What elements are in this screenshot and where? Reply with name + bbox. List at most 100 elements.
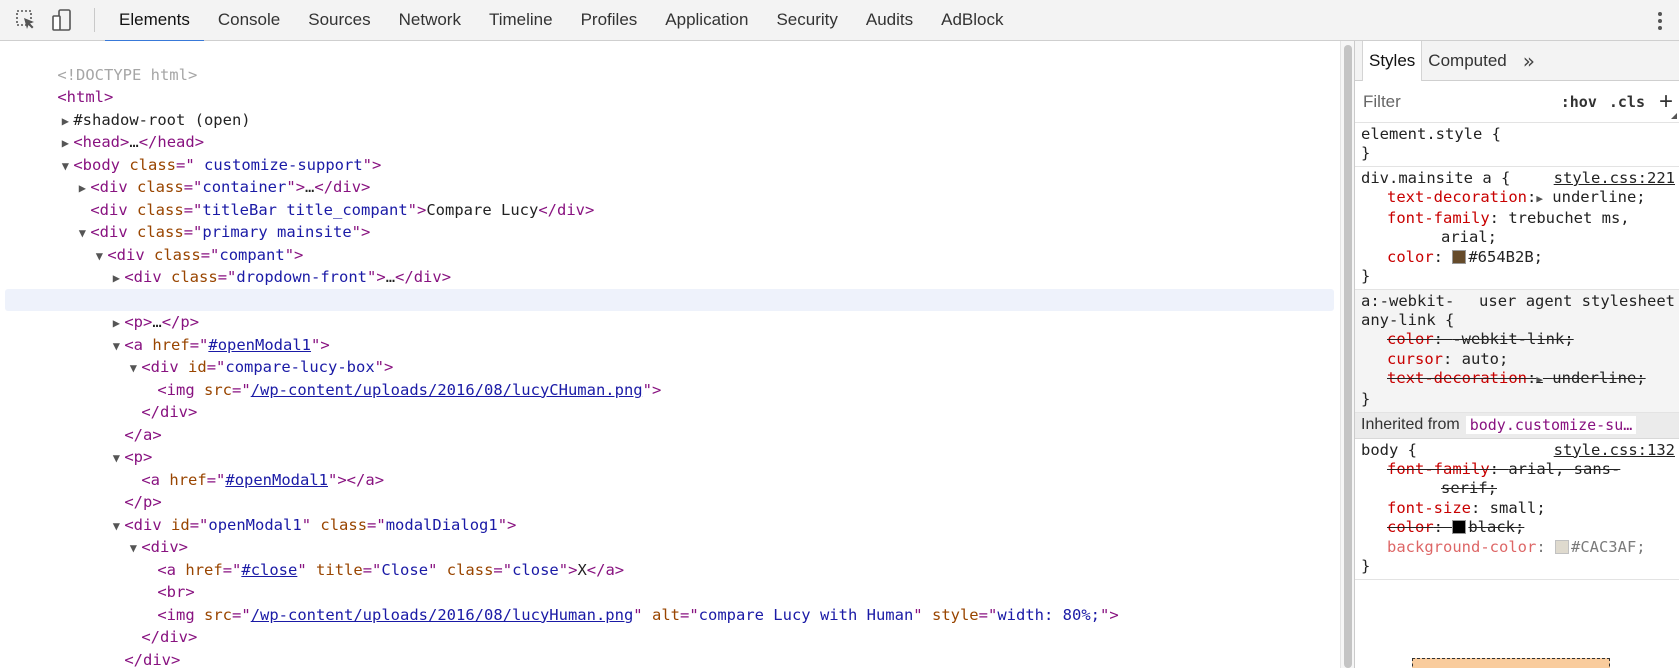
css-value: small;: [1489, 498, 1546, 517]
dom-node-open-modal-div[interactable]: ▼ <div id="openModal1" class="modalDialog…: [0, 491, 1338, 534]
css-declaration-overridden[interactable]: color: black;: [1361, 518, 1673, 538]
dom-node-p-selected[interactable]: ▶ <p>…</p>: [5, 288, 1334, 331]
rule-close-brace: }: [1361, 389, 1371, 408]
dom-node-compare-lucy-box[interactable]: ▼ <div id="compare-lucy-box">: [0, 334, 1338, 376]
new-rule-button[interactable]: +: [1659, 89, 1673, 114]
dom-node-dropdown-front[interactable]: ▶ <div class="dropdown-front">…</div>: [0, 244, 1338, 286]
css-declaration[interactable]: font-size: small;: [1361, 499, 1673, 519]
css-declaration-cont: arial;: [1361, 228, 1673, 248]
css-value: arial, sans-: [1508, 459, 1621, 478]
dom-node-close-a[interactable]: </a>: [0, 401, 1338, 444]
css-prop: font-family: [1387, 208, 1490, 227]
inherited-label: Inherited from: [1361, 416, 1460, 433]
css-declaration-overridden[interactable]: color: -webkit-link;: [1361, 330, 1673, 350]
dom-node-skeleton-img[interactable]: ▶<div class="skeleton-img">…</div>: [0, 266, 1338, 309]
dom-node-close-div-3[interactable]: </div>: [0, 626, 1338, 668]
rule-mainsite-a[interactable]: style.css:221 div.mainsite a { text-deco…: [1355, 167, 1679, 290]
device-toolbar-icon[interactable]: [44, 0, 80, 40]
dom-node-close-div-2[interactable]: </div>: [0, 604, 1338, 646]
inherited-from-header: Inherited from body.customize-su…: [1355, 412, 1679, 439]
dom-node-img-lucyhuman[interactable]: <img src="/wp-content/uploads/2016/08/lu…: [0, 581, 1338, 624]
css-value: trebuchet ms,: [1508, 208, 1630, 227]
more-options-icon[interactable]: [1655, 9, 1665, 33]
tab-profiles[interactable]: Profiles: [567, 0, 652, 41]
css-prop: text-decoration: [1387, 188, 1527, 206]
css-declaration[interactable]: cursor: auto;: [1361, 350, 1673, 370]
expand-triangle-icon[interactable]: ▶: [1536, 373, 1543, 386]
rule-close-brace: }: [1361, 267, 1371, 285]
css-value: -webkit-link;: [1452, 330, 1574, 348]
tab-elements[interactable]: Elements: [105, 0, 204, 42]
tab-sources[interactable]: Sources: [294, 0, 384, 41]
dom-node-a-open-modal-empty[interactable]: <a href="#openModal1"></a>: [0, 446, 1338, 489]
color-swatch[interactable]: [1452, 520, 1467, 534]
css-prop: font-family: [1387, 459, 1490, 478]
dom-node-container[interactable]: ▶ <div class="container">…</div>: [0, 154, 1338, 196]
css-value: #654B2B;: [1468, 247, 1543, 266]
dom-node-a-close[interactable]: <a href="#close" title="Close" class="cl…: [0, 536, 1338, 579]
rule-selector-cont: any-link {: [1361, 311, 1455, 329]
dom-node-br[interactable]: <br>: [0, 559, 1338, 601]
rule-webkit-any-link[interactable]: user agent stylesheet a:-webkit- any-lin…: [1355, 290, 1679, 413]
dom-node-doctype[interactable]: <!DOCTYPE html>: [0, 41, 1338, 84]
dom-node-close-div[interactable]: </div>: [0, 379, 1338, 421]
tab-network[interactable]: Network: [385, 0, 475, 41]
dom-tree[interactable]: <!DOCTYPE html> <html> ▶ #shadow-root (op…: [0, 41, 1338, 668]
css-declaration-inactive[interactable]: background-color: #CAC3AF;: [1361, 538, 1673, 558]
rule-source-label: user agent stylesheet: [1479, 292, 1675, 310]
dom-node-head[interactable]: ▶ <head>…</head>: [0, 109, 1338, 151]
more-tabs-icon[interactable]: »: [1523, 49, 1535, 73]
dom-node-p-2[interactable]: ▼<p>: [0, 649, 1338, 668]
rule-close-brace: }: [1361, 144, 1371, 162]
inspect-element-icon[interactable]: [8, 0, 44, 40]
styles-subtabs: Styles Computed »: [1355, 41, 1679, 81]
dom-node-close-p[interactable]: </p>: [0, 469, 1338, 511]
expand-triangle-icon[interactable]: ▶: [1536, 192, 1543, 205]
styles-pane: Styles Computed » :hov .cls + element.st…: [1355, 41, 1679, 668]
css-value: serif;: [1441, 479, 1497, 497]
tab-computed[interactable]: Computed: [1422, 41, 1512, 81]
css-value: black;: [1468, 518, 1525, 536]
rule-source-link[interactable]: style.css:132: [1554, 441, 1675, 459]
dom-node-titlebar[interactable]: <div class="titleBar title_compant">Comp…: [0, 176, 1338, 219]
tab-console[interactable]: Console: [204, 0, 294, 41]
styles-filter-row: :hov .cls +: [1355, 81, 1679, 123]
dom-node-html[interactable]: <html>: [0, 64, 1338, 106]
hover-state-toggle[interactable]: :hov: [1561, 93, 1597, 111]
tab-timeline[interactable]: Timeline: [475, 0, 567, 41]
dom-node-img-lucychuman[interactable]: <img src="/wp-content/uploads/2016/08/lu…: [0, 356, 1338, 399]
color-swatch[interactable]: [1452, 249, 1467, 264]
rule-element-style[interactable]: element.style { }: [1355, 123, 1679, 167]
css-prop: font-size: [1387, 498, 1471, 517]
inherited-node-link[interactable]: body.customize-su…: [1465, 416, 1637, 434]
dom-node-a-open-modal[interactable]: ▼ <a href="#openModal1">: [0, 311, 1338, 354]
tab-audits[interactable]: Audits: [852, 0, 927, 41]
css-value: underline;: [1552, 369, 1646, 387]
dom-node-body[interactable]: ▼ <body class=" customize-support">: [0, 131, 1338, 174]
css-declaration[interactable]: text-decoration:▶ underline;: [1361, 188, 1673, 209]
class-toggle[interactable]: .cls: [1609, 93, 1645, 111]
dom-scrollbar[interactable]: [1340, 41, 1354, 668]
dom-node-modal-inner-div[interactable]: ▼ <div>: [0, 514, 1338, 556]
dom-node-p[interactable]: ▼ <p>: [0, 424, 1338, 466]
css-declaration[interactable]: font-family: trebuchet ms,: [1361, 209, 1673, 229]
css-declaration[interactable]: color: #654B2B;: [1361, 248, 1673, 268]
devtools-toolbar: Elements Console Sources Network Timelin…: [0, 0, 1679, 42]
dom-node-compant[interactable]: ▼ <div class="compant">: [0, 221, 1338, 264]
rule-source-link[interactable]: style.css:221: [1554, 169, 1675, 187]
tab-security[interactable]: Security: [762, 0, 851, 41]
rule-close-brace: }: [1361, 557, 1371, 575]
scrollbar-thumb[interactable]: [1344, 45, 1352, 668]
css-value: underline;: [1552, 188, 1646, 206]
tab-application[interactable]: Application: [651, 0, 762, 41]
color-swatch[interactable]: [1554, 539, 1569, 554]
css-declaration-overridden[interactable]: text-decoration:▶ underline;: [1361, 369, 1673, 390]
dom-node-primary[interactable]: ▼ <div class="primary mainsite">: [0, 199, 1338, 241]
tab-styles[interactable]: Styles: [1362, 41, 1423, 81]
dom-node-shadow-root[interactable]: ▶ #shadow-root (open): [0, 86, 1338, 129]
css-declaration-overridden[interactable]: font-family: arial, sans-: [1361, 460, 1673, 480]
rule-body[interactable]: style.css:132 body { font-family: arial,…: [1355, 439, 1679, 580]
toolbar-separator: [94, 8, 95, 32]
tab-adblock[interactable]: AdBlock: [927, 0, 1017, 41]
styles-filter-input[interactable]: [1361, 90, 1549, 113]
